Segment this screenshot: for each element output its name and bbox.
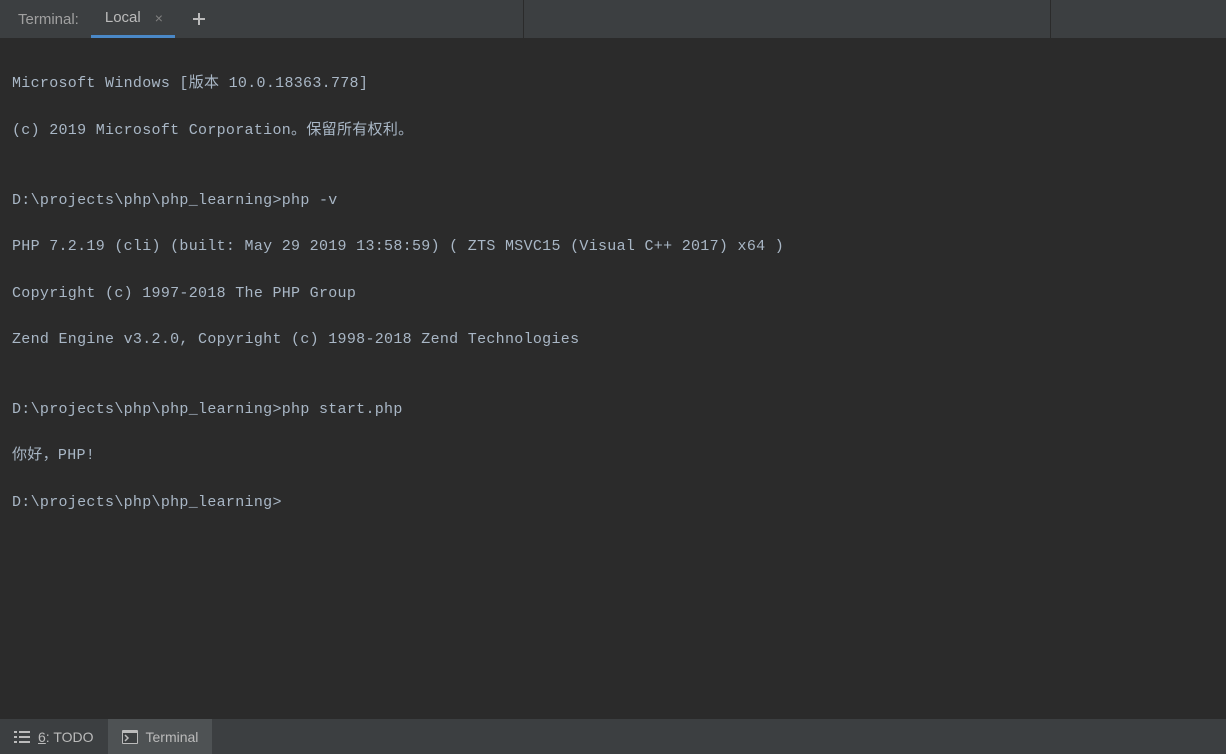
- terminal-icon: [122, 730, 138, 744]
- add-tab-button[interactable]: [181, 0, 217, 38]
- bottom-tool-bar: 6: TODO Terminal: [0, 718, 1226, 754]
- terminal-line: Microsoft Windows [版本 10.0.18363.778]: [12, 72, 1214, 95]
- top-bar-right-border: [1050, 0, 1051, 38]
- terminal-line: D:\projects\php\php_learning>: [12, 491, 1214, 514]
- panel-title: Terminal:: [0, 0, 91, 38]
- terminal-line: D:\projects\php\php_learning>php start.p…: [12, 398, 1214, 421]
- terminal-top-bar: Terminal: Local ×: [0, 0, 1226, 39]
- tab-container: Local ×: [91, 0, 217, 38]
- bottom-tab-todo[interactable]: 6: TODO: [0, 719, 108, 754]
- terminal-line: 你好，PHP!: [12, 444, 1214, 467]
- tab-label: Local: [105, 9, 141, 26]
- bottom-tab-terminal[interactable]: Terminal: [108, 719, 213, 754]
- plus-icon: [192, 12, 206, 26]
- bottom-tab-label: Terminal: [146, 729, 199, 745]
- list-icon: [14, 730, 30, 744]
- terminal-output[interactable]: Microsoft Windows [版本 10.0.18363.778] (c…: [0, 39, 1226, 547]
- close-icon[interactable]: ×: [151, 10, 167, 26]
- terminal-line: (c) 2019 Microsoft Corporation。保留所有权利。: [12, 119, 1214, 142]
- terminal-line: Zend Engine v3.2.0, Copyright (c) 1998-2…: [12, 328, 1214, 351]
- bottom-tab-label: 6: TODO: [38, 729, 94, 745]
- top-bar-divider: [523, 0, 524, 38]
- terminal-line: PHP 7.2.19 (cli) (built: May 29 2019 13:…: [12, 235, 1214, 258]
- terminal-line: D:\projects\php\php_learning>php -v: [12, 189, 1214, 212]
- tab-local[interactable]: Local ×: [91, 0, 175, 38]
- terminal-line: Copyright (c) 1997-2018 The PHP Group: [12, 282, 1214, 305]
